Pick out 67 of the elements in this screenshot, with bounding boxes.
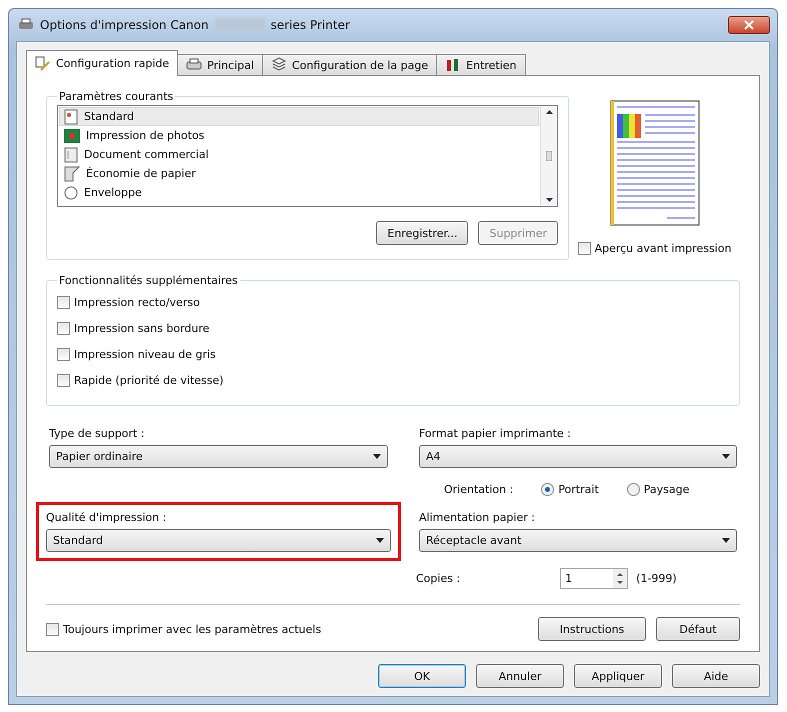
- scrollbar[interactable]: [540, 106, 557, 206]
- dropdown-arrow-icon: [722, 538, 730, 543]
- radio-button[interactable]: [541, 482, 554, 496]
- list-item[interactable]: Standard: [59, 107, 539, 126]
- group-title: Fonctionnalités supplémentaires: [58, 274, 239, 287]
- dialog-button[interactable]: Défaut: [656, 617, 740, 641]
- dialog-button[interactable]: OK: [378, 664, 466, 688]
- range-hint: (1-999): [636, 572, 677, 584]
- dialog-button[interactable]: Aide: [672, 664, 760, 688]
- list-item[interactable]: Enveloppe: [59, 183, 539, 202]
- close-button[interactable]: [728, 16, 770, 34]
- field-label: Type de support :: [49, 427, 146, 440]
- tab[interactable]: Configuration rapide: [26, 50, 178, 76]
- tab[interactable]: Entretien: [436, 54, 526, 76]
- dropdown-arrow-icon: [376, 538, 384, 543]
- radio-label: Paysage: [644, 482, 690, 496]
- window-title: series Printer: [270, 18, 350, 32]
- field-label: Alimentation papier :: [419, 511, 536, 524]
- radio-dot-icon: [545, 486, 550, 492]
- dialog-button[interactable]: Appliquer: [574, 664, 662, 688]
- radio-label: Portrait: [558, 482, 599, 496]
- scroll-down-arrow-icon: [546, 198, 552, 202]
- document-icon: [64, 146, 78, 162]
- window-title: Options d'impression Canon: [40, 18, 209, 32]
- folded-page-icon: [64, 166, 80, 182]
- checkbox-label: Impression sans bordure: [74, 322, 210, 334]
- checkbox[interactable]: [57, 374, 70, 386]
- checkbox-label: Aperçu avant impression: [594, 242, 732, 254]
- checkbox[interactable]: [57, 348, 70, 360]
- close-icon: [744, 20, 754, 30]
- spin-arrows-icon[interactable]: [613, 568, 628, 588]
- tab[interactable]: Configuration de la page: [262, 54, 438, 76]
- field-label: Qualité d'impression :: [46, 511, 168, 524]
- scroll-up-arrow-icon: [546, 110, 552, 114]
- dropdown-arrow-icon: [373, 454, 381, 459]
- list-item[interactable]: Impression de photos: [59, 126, 539, 145]
- radio-button[interactable]: [626, 482, 640, 496]
- checkbox[interactable]: [46, 622, 59, 636]
- checkbox[interactable]: [57, 322, 70, 334]
- photo-icon: [64, 128, 80, 142]
- group-title: Paramètres courants: [58, 90, 174, 103]
- checkbox-label: Impression niveau de gris: [74, 348, 216, 360]
- dropdown[interactable]: Papier ordinaire: [49, 445, 388, 468]
- dropdown-arrow-icon: [722, 454, 730, 459]
- copies-spinbox[interactable]: 1: [560, 568, 628, 588]
- printer-icon: [18, 18, 34, 32]
- list-item[interactable]: Économie de papier: [59, 164, 539, 183]
- checkbox-label: Toujours imprimer avec les paramètres actuels: [63, 622, 322, 636]
- checkbox[interactable]: [578, 242, 591, 254]
- printer-icon: [186, 58, 202, 72]
- scroll-thumb[interactable]: [546, 151, 552, 161]
- dropdown[interactable]: A4: [419, 445, 737, 468]
- dialog-button[interactable]: Annuler: [476, 664, 564, 688]
- checkbox-label: Rapide (priorité de vitesse): [74, 374, 224, 386]
- dropdown[interactable]: Réceptacle avant: [419, 529, 737, 552]
- tab[interactable]: Principal: [177, 54, 264, 76]
- dialog-button[interactable]: Instructions: [538, 617, 646, 641]
- dialog-button[interactable]: Enregistrer...: [376, 221, 468, 245]
- stacked-pages-icon: [271, 57, 288, 73]
- field-label: Format papier imprimante :: [419, 427, 572, 440]
- document-icon: [64, 108, 78, 124]
- checkbox-label: Impression recto/verso: [74, 296, 200, 308]
- checkbox[interactable]: [57, 296, 70, 308]
- field-label: Copies :: [416, 572, 460, 584]
- field-label: Orientation :: [444, 482, 514, 496]
- dropdown[interactable]: Standard: [46, 529, 391, 552]
- list-item[interactable]: Document commercial: [59, 145, 539, 164]
